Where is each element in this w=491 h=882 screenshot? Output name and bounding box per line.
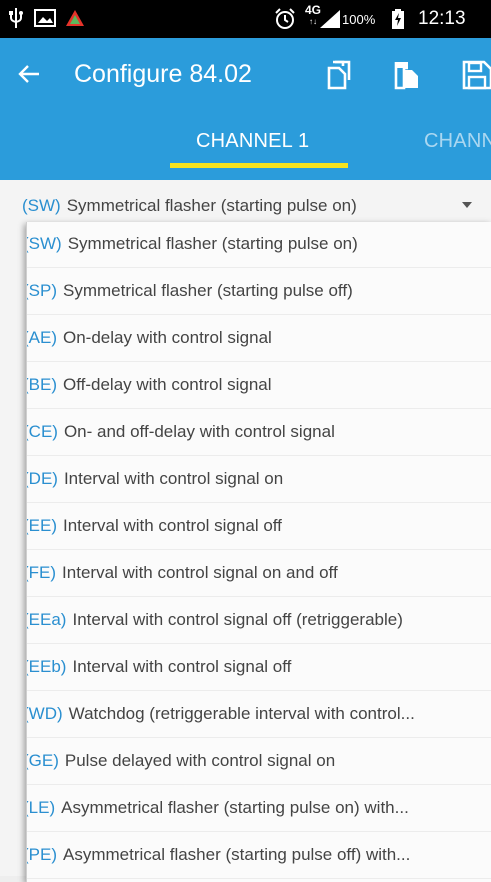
option-label: On-delay with control signal — [63, 328, 272, 347]
dropdown-option[interactable]: (SW) Symmetrical flasher (starting pulse … — [27, 222, 491, 268]
option-code: (BE) — [27, 375, 57, 394]
function-spinner[interactable]: (SW) Symmetrical flasher (starting pulse … — [0, 180, 491, 228]
status-bar: 4G ↑↓ 100% 12:13 — [0, 0, 491, 38]
option-text: (EEb) Interval with control signal off — [27, 657, 291, 677]
channel-tabs: CHANNEL 1 CHANN — [0, 118, 491, 166]
content-area: (SW) Symmetrical flasher (starting pulse … — [0, 180, 491, 882]
option-text: (GE) Pulse delayed with control signal on — [27, 751, 335, 771]
option-label: Asymmetrical flasher (starting pulse off… — [63, 845, 411, 864]
spinner-code: (SW) — [22, 196, 61, 215]
option-text: (PE) Asymmetrical flasher (starting pulse… — [27, 845, 410, 865]
battery-icon — [392, 9, 404, 29]
option-code: (WD) — [27, 704, 63, 723]
warning-icon — [66, 10, 84, 26]
option-code: (EEb) — [27, 657, 67, 676]
option-label: Symmetrical flasher (starting pulse off) — [63, 281, 353, 300]
dropdown-arrow-icon — [462, 202, 472, 208]
option-code: (LE) — [27, 798, 56, 817]
image-icon — [34, 9, 56, 27]
dropdown-option[interactable]: (DE) Interval with control signal on — [27, 457, 491, 503]
spinner-selected: (SW) Symmetrical flasher (starting pulse … — [22, 196, 357, 216]
option-label: Interval with control signal on and off — [62, 563, 338, 582]
option-code: (CE) — [27, 422, 58, 441]
option-code: (PE) — [27, 845, 57, 864]
dropdown-option[interactable]: (AE) On-delay with control signal — [27, 316, 491, 362]
option-label: Symmetrical flasher (starting pulse on) — [67, 234, 358, 253]
signal-icon — [320, 10, 340, 28]
option-code: (DE) — [27, 469, 58, 488]
option-text: (SW) Symmetrical flasher (starting pulse … — [27, 234, 358, 254]
dropdown-option[interactable]: (CE) On- and off-delay with control signa… — [27, 410, 491, 456]
page-title: Configure 84.02 — [74, 60, 252, 88]
option-code: (SW) — [27, 234, 62, 253]
option-label: Pulse delayed with control signal on — [64, 751, 336, 770]
option-text: (WD) Watchdog (retriggerable interval wit… — [27, 704, 415, 724]
option-code: (GE) — [27, 751, 59, 770]
dropdown-option[interactable]: (FE) Interval with control signal on and … — [27, 551, 491, 597]
option-text: (LE) Asymmetrical flasher (starting pulse… — [27, 798, 409, 818]
arrow-back-icon[interactable] — [18, 64, 40, 84]
option-text: (FE) Interval with control signal on and … — [27, 563, 338, 583]
option-code: (EE) — [27, 516, 57, 535]
option-label: Interval with control signal on — [63, 469, 284, 488]
alarm-icon — [275, 8, 295, 29]
dropdown-option[interactable]: (LE) Asymmetrical flasher (starting pulse… — [27, 786, 491, 832]
option-code: (EEa) — [27, 610, 67, 629]
option-text: (EEa) Interval with control signal off (r… — [27, 610, 403, 630]
dropdown-option[interactable]: (BE) Off-delay with control signal — [27, 363, 491, 409]
option-label: Off-delay with control signal — [63, 375, 272, 394]
function-dropdown-list: (SW) Symmetrical flasher (starting pulse … — [26, 222, 491, 882]
option-text: (CE) On- and off-delay with control signa… — [27, 422, 335, 442]
network-type: 4G ↑↓ — [305, 3, 322, 26]
option-label: Interval with control signal off — [72, 657, 292, 676]
option-code: (SP) — [27, 281, 57, 300]
option-text: (SP) Symmetrical flasher (starting pulse … — [27, 281, 353, 301]
tab-channel-2[interactable]: CHANN — [424, 130, 491, 153]
option-text: (AE) On-delay with control signal — [27, 328, 272, 348]
clock: 12:13 — [418, 8, 466, 29]
option-text: (EE) Interval with control signal off — [27, 516, 282, 536]
option-label: Interval with control signal off (retrig… — [72, 610, 403, 629]
dropdown-option[interactable]: (EEb) Interval with control signal off — [27, 645, 491, 691]
option-text: (BE) Off-delay with control signal — [27, 375, 272, 395]
battery-percent: 100% — [342, 12, 376, 27]
option-label: Asymmetrical flasher (starting pulse on)… — [61, 798, 409, 817]
option-text: (DE) Interval with control signal on — [27, 469, 283, 489]
dropdown-option[interactable]: (EE) Interval with control signal off — [27, 504, 491, 550]
dropdown-option[interactable]: (PE) Asymmetrical flasher (starting pulse… — [27, 833, 491, 879]
dropdown-option[interactable]: (EEa) Interval with control signal off (r… — [27, 598, 491, 644]
usb-icon — [9, 8, 23, 28]
app-bar: Configure 84.02 CHANNEL 1 CHANN — [0, 38, 491, 180]
save-icon[interactable] — [462, 60, 491, 90]
tab-indicator — [170, 163, 348, 168]
option-label: On- and off-delay with control signal — [63, 422, 335, 441]
option-label: Watchdog (retriggerable interval with co… — [68, 704, 415, 723]
option-code: (FE) — [27, 563, 57, 582]
copy-icon[interactable] — [325, 60, 353, 90]
spinner-label: Symmetrical flasher (starting pulse on) — [66, 196, 357, 215]
dropdown-option[interactable]: (WD) Watchdog (retriggerable interval wit… — [27, 692, 491, 738]
dropdown-option[interactable]: (SP) Symmetrical flasher (starting pulse … — [27, 269, 491, 315]
tab-channel-1[interactable]: CHANNEL 1 — [196, 130, 309, 153]
paste-icon[interactable] — [394, 60, 420, 90]
dropdown-option[interactable]: (GE) Pulse delayed with control signal on — [27, 739, 491, 785]
option-code: (AE) — [27, 328, 57, 347]
option-label: Interval with control signal off — [63, 516, 282, 535]
